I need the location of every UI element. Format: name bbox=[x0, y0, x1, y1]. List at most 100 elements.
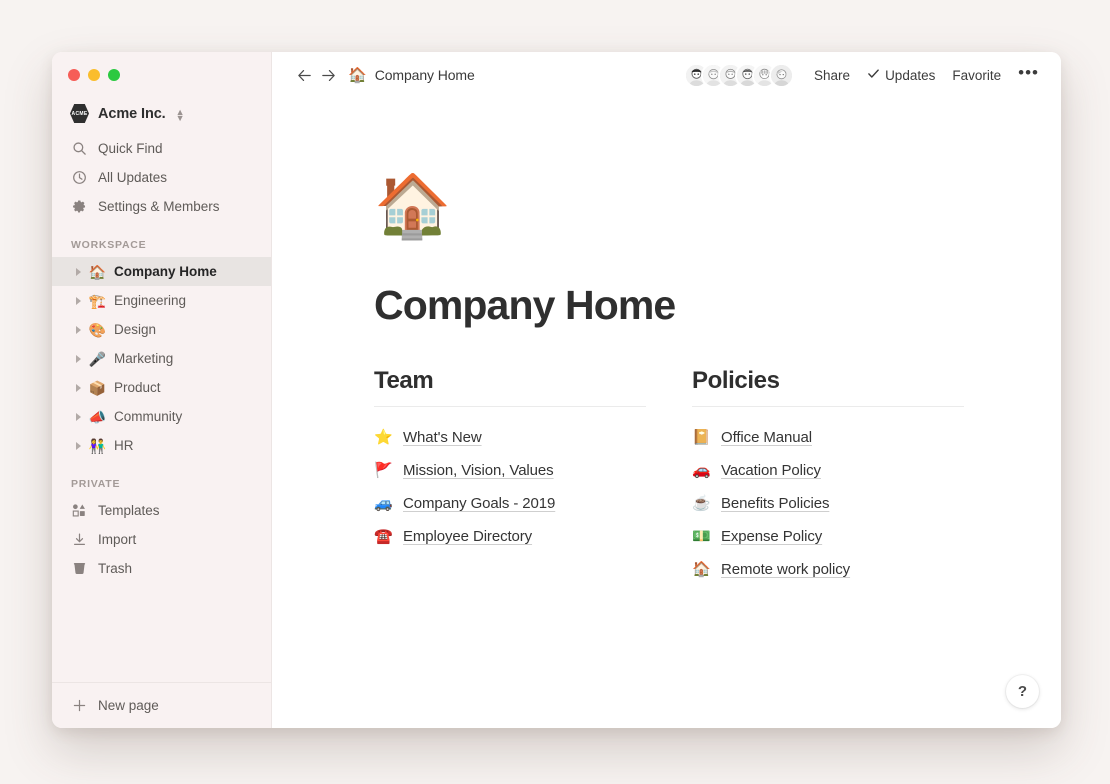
sidebar-page-label: Marketing bbox=[114, 351, 174, 366]
page-link-label: Office Manual bbox=[721, 429, 812, 446]
link-emoji-icon: ⭐ bbox=[374, 429, 393, 446]
chevron-right-icon[interactable] bbox=[71, 325, 85, 334]
sidebar: ACME Acme Inc. ▲ ▼ Quick Find All Update… bbox=[52, 52, 272, 728]
page-link-label: Vacation Policy bbox=[721, 462, 821, 479]
sidebar-item-settings-members[interactable]: Settings & Members bbox=[52, 192, 271, 221]
sidebar-item-label: Templates bbox=[98, 503, 160, 518]
sidebar-item-label: Quick Find bbox=[98, 141, 163, 156]
new-page-label: New page bbox=[98, 698, 159, 713]
avatar[interactable] bbox=[769, 62, 795, 88]
page-link-label: Remote work policy bbox=[721, 561, 851, 578]
page-link-whats-new[interactable]: ⭐ What's New bbox=[374, 421, 646, 454]
link-emoji-icon: 🚙 bbox=[374, 495, 393, 512]
breadcrumb[interactable]: 🏠 Company Home bbox=[348, 67, 475, 83]
page-link-vacation-policy[interactable]: 🚗 Vacation Policy bbox=[692, 454, 964, 487]
breadcrumb-emoji-icon: 🏠 bbox=[348, 66, 367, 84]
main-area: 🏠 Company Home Share Updates Favorite ••… bbox=[272, 52, 1061, 728]
page-link-label: What's New bbox=[403, 429, 482, 446]
sidebar-page-hr[interactable]: 👫 HR bbox=[52, 431, 271, 460]
page-emoji-icon: 🎨 bbox=[88, 321, 107, 338]
chevron-right-icon[interactable] bbox=[71, 383, 85, 392]
sidebar-page-company-home[interactable]: 🏠 Company Home bbox=[52, 257, 271, 286]
column-heading[interactable]: Team bbox=[374, 367, 646, 395]
workspace-page-list: 🏠 Company Home 🏗️ Engineering 🎨 Design 🎤… bbox=[52, 257, 271, 460]
updates-button[interactable]: Updates bbox=[867, 67, 935, 83]
share-label: Share bbox=[814, 67, 851, 83]
link-emoji-icon: 🚩 bbox=[374, 462, 393, 479]
sidebar-item-quick-find[interactable]: Quick Find bbox=[52, 134, 271, 163]
topbar-actions: Share Updates Favorite ••• bbox=[684, 62, 1039, 88]
page-link-remote-work-policy[interactable]: 🏠 Remote work policy bbox=[692, 553, 964, 586]
trash-icon bbox=[71, 561, 87, 577]
search-icon bbox=[71, 141, 87, 157]
page-emoji-icon: 🏗️ bbox=[88, 292, 107, 309]
minimize-window-button[interactable] bbox=[88, 69, 100, 81]
column-heading[interactable]: Policies bbox=[692, 367, 964, 395]
content-columns: Team ⭐ What's New 🚩 Mission, Vision, Val… bbox=[374, 367, 1061, 586]
chevron-right-icon[interactable] bbox=[71, 267, 85, 276]
column-divider bbox=[374, 406, 646, 407]
sidebar-page-design[interactable]: 🎨 Design bbox=[52, 315, 271, 344]
page-link-benefits-policies[interactable]: ☕ Benefits Policies bbox=[692, 487, 964, 520]
sidebar-item-label: Settings & Members bbox=[98, 199, 220, 214]
page-title[interactable]: Company Home bbox=[374, 282, 1061, 329]
sidebar-item-trash[interactable]: Trash bbox=[52, 554, 271, 583]
page-content: 🏠 Company Home Team ⭐ What's New 🚩 Missi… bbox=[272, 98, 1061, 728]
link-emoji-icon: ☎️ bbox=[374, 528, 393, 545]
topbar: 🏠 Company Home Share Updates Favorite ••… bbox=[272, 52, 1061, 98]
sidebar-item-label: All Updates bbox=[98, 170, 168, 185]
link-emoji-icon: 🚗 bbox=[692, 462, 711, 479]
page-link-label: Mission, Vision, Values bbox=[403, 462, 554, 479]
sidebar-item-label: Import bbox=[98, 532, 137, 547]
arrow-left-icon[interactable] bbox=[292, 63, 316, 87]
gear-icon bbox=[71, 199, 87, 215]
sidebar-item-all-updates[interactable]: All Updates bbox=[52, 163, 271, 192]
chevron-right-icon[interactable] bbox=[71, 354, 85, 363]
page-link-label: Benefits Policies bbox=[721, 495, 830, 512]
sidebar-page-label: Community bbox=[114, 409, 183, 424]
page-link-office-manual[interactable]: 📔 Office Manual bbox=[692, 421, 964, 454]
sidebar-page-engineering[interactable]: 🏗️ Engineering bbox=[52, 286, 271, 315]
favorite-button[interactable]: Favorite bbox=[952, 68, 1001, 83]
chevron-right-icon[interactable] bbox=[71, 296, 85, 305]
page-icon-emoji[interactable]: 🏠 bbox=[374, 176, 1061, 238]
acme-logo-text: ACME bbox=[71, 110, 88, 117]
sidebar-page-community[interactable]: 📣 Community bbox=[52, 402, 271, 431]
page-link-label: Expense Policy bbox=[721, 528, 823, 545]
sidebar-item-label: Trash bbox=[98, 561, 133, 576]
chevron-right-icon[interactable] bbox=[71, 441, 85, 450]
share-button[interactable]: Share bbox=[814, 68, 850, 83]
page-link-company-goals-2019[interactable]: 🚙 Company Goals - 2019 bbox=[374, 487, 646, 520]
breadcrumb-label: Company Home bbox=[374, 67, 475, 83]
sidebar-page-label: Design bbox=[114, 322, 157, 337]
page-emoji-icon: 🏠 bbox=[88, 263, 107, 280]
page-emoji-icon: 📦 bbox=[88, 379, 107, 396]
new-page-button[interactable]: New page bbox=[52, 682, 271, 728]
plus-icon bbox=[71, 698, 87, 714]
page-link-expense-policy[interactable]: 💵 Expense Policy bbox=[692, 520, 964, 553]
sidebar-item-templates[interactable]: Templates bbox=[52, 496, 271, 525]
page-link-employee-directory[interactable]: ☎️ Employee Directory bbox=[374, 520, 646, 553]
page-emoji-icon: 🎤 bbox=[88, 350, 107, 367]
acme-logo-icon: ACME bbox=[70, 104, 89, 123]
workspace-switcher[interactable]: ACME Acme Inc. ▲ ▼ bbox=[52, 92, 271, 132]
close-window-button[interactable] bbox=[68, 69, 80, 81]
page-link-label: Company Goals - 2019 bbox=[403, 495, 556, 512]
chevron-right-icon[interactable] bbox=[71, 412, 85, 421]
page-emoji-icon: 👫 bbox=[88, 437, 107, 454]
sidebar-nav: Quick Find All Updates Settings & Member… bbox=[52, 132, 271, 221]
arrow-right-icon[interactable] bbox=[316, 63, 340, 87]
collaborator-avatars[interactable] bbox=[684, 62, 795, 88]
maximize-window-button[interactable] bbox=[108, 69, 120, 81]
page-link-label: Employee Directory bbox=[403, 528, 533, 545]
sidebar-page-label: Product bbox=[114, 380, 161, 395]
sidebar-item-import[interactable]: Import bbox=[52, 525, 271, 554]
clock-icon bbox=[71, 170, 87, 186]
page-link-mission-vision-values[interactable]: 🚩 Mission, Vision, Values bbox=[374, 454, 646, 487]
sidebar-page-product[interactable]: 📦 Product bbox=[52, 373, 271, 402]
sidebar-page-label: HR bbox=[114, 438, 134, 453]
sidebar-page-marketing[interactable]: 🎤 Marketing bbox=[52, 344, 271, 373]
more-options-button[interactable]: ••• bbox=[1018, 64, 1039, 82]
help-button[interactable]: ? bbox=[1006, 675, 1039, 708]
